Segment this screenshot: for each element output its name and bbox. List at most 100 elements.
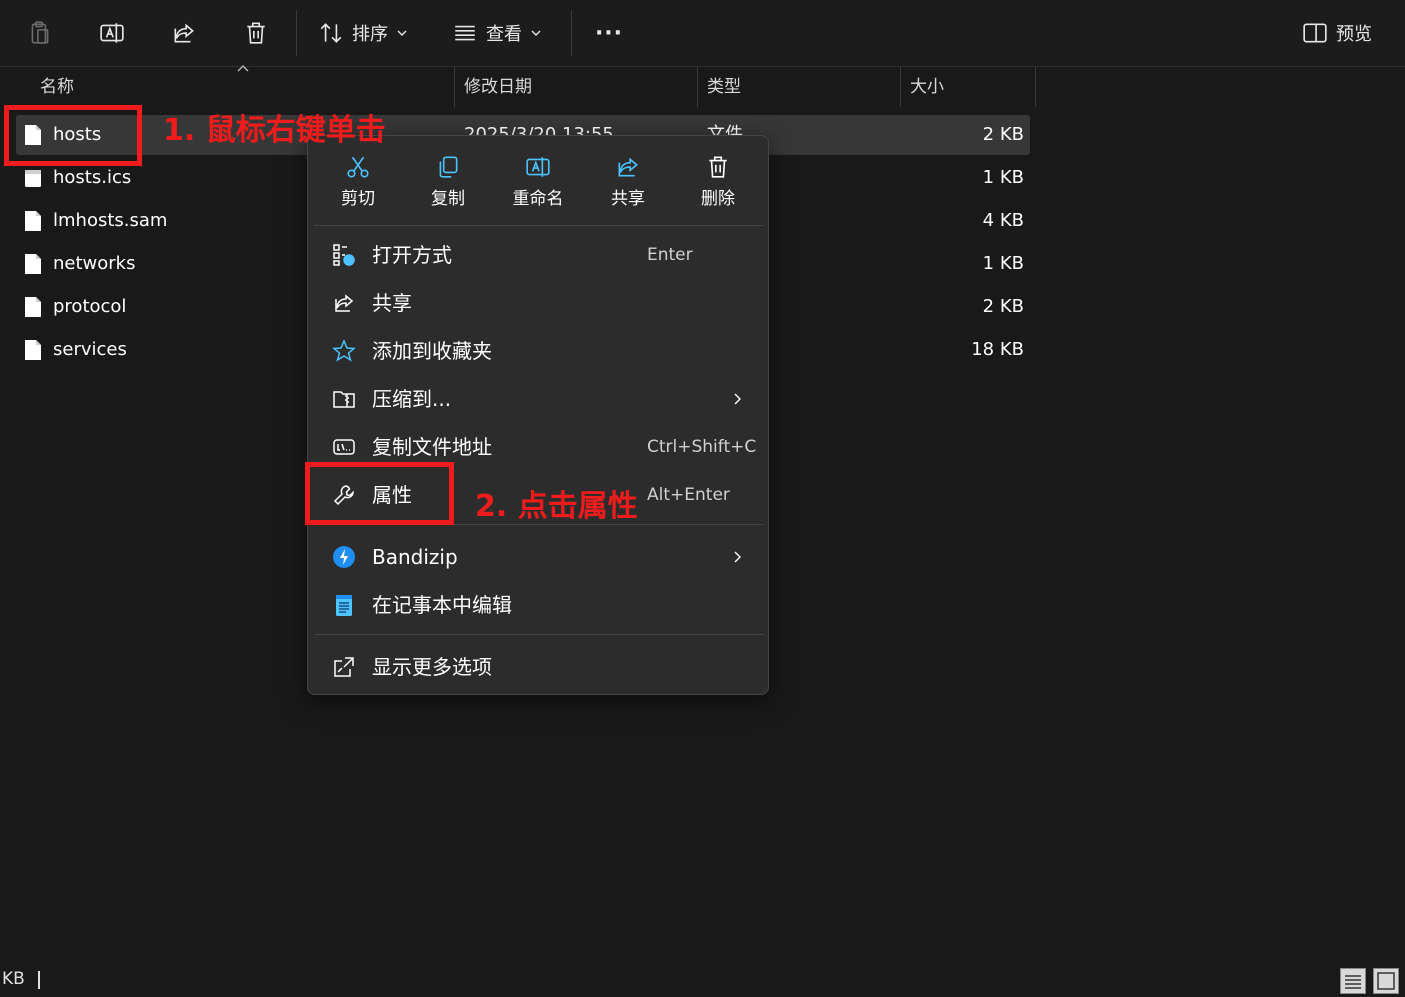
- preview-label: 预览: [1336, 24, 1372, 45]
- share-menu-button[interactable]: 共享: [584, 146, 672, 226]
- rename-menu-button[interactable]: 重命名: [494, 146, 582, 226]
- status-bar: KB: [0, 965, 1405, 994]
- scissors-icon: [347, 156, 369, 178]
- delete-button[interactable]: [240, 14, 272, 52]
- preview-pane-icon: [1303, 23, 1327, 43]
- paste-icon: [31, 21, 49, 44]
- menu-item-share[interactable]: 共享: [316, 280, 762, 326]
- more-options-icon: [334, 657, 354, 677]
- file-name: networks: [53, 253, 136, 274]
- view-button[interactable]: 查看: [452, 14, 542, 52]
- column-divider[interactable]: [1035, 67, 1036, 107]
- open-with-icon: [333, 244, 355, 266]
- list-view-icon: [455, 25, 475, 41]
- menu-item-add-favorite[interactable]: 添加到收藏夹: [316, 328, 762, 374]
- file-icon: [25, 340, 41, 360]
- copy-label: 复制: [431, 189, 465, 209]
- share-icon: [618, 157, 638, 177]
- menu-item-more-options[interactable]: 显示更多选项: [316, 644, 762, 690]
- highlight-box-properties: [305, 462, 454, 525]
- sort-label: 排序: [352, 24, 388, 45]
- toolbar-divider: [296, 10, 297, 56]
- file-name: lmhosts.sam: [53, 210, 168, 231]
- delete-label: 删除: [701, 189, 735, 209]
- tiles-view-icon: [1377, 972, 1395, 990]
- annotation-step1: 1. 鼠标右键单击: [163, 113, 386, 148]
- rename-icon: [526, 157, 550, 177]
- bandizip-label: Bandizip: [372, 545, 458, 569]
- menu-item-bandizip[interactable]: Bandizip: [316, 534, 762, 580]
- add-favorite-label: 添加到收藏夹: [372, 339, 492, 363]
- sort-icon: [320, 23, 342, 43]
- file-icon: [25, 297, 41, 317]
- context-menu: 剪切 复制 重命名 共享 删除 打开方式 Enter 共享 添加到收藏夹 压缩到…: [307, 135, 769, 695]
- share-button[interactable]: [168, 14, 200, 52]
- rename-label: 重命名: [512, 189, 564, 209]
- chevron-down-icon: [397, 30, 407, 36]
- file-size: 2 KB: [982, 296, 1024, 317]
- toolbar-divider: [571, 10, 572, 56]
- status-divider: [38, 971, 40, 989]
- share-icon: [335, 294, 354, 312]
- paste-button[interactable]: [24, 14, 56, 52]
- file-size: 4 KB: [982, 210, 1024, 231]
- trash-icon: [247, 22, 265, 44]
- cut-label: 剪切: [341, 189, 375, 209]
- copy-button[interactable]: 复制: [404, 146, 492, 226]
- sort-button[interactable]: 排序: [318, 14, 408, 52]
- open-with-shortcut: Enter: [647, 245, 693, 265]
- file-icon: [25, 211, 41, 231]
- copy-path-shortcut: Ctrl+Shift+C: [647, 437, 757, 457]
- annotation-step2: 2. 点击属性: [475, 489, 638, 524]
- chevron-down-icon: [531, 30, 541, 36]
- bandizip-icon: [333, 546, 355, 568]
- compress-label: 压缩到...: [372, 387, 452, 411]
- preview-pane-button[interactable]: 预览: [1302, 14, 1372, 52]
- copy-path-icon: [333, 439, 355, 455]
- rename-icon: [100, 23, 124, 43]
- rename-button[interactable]: [96, 14, 128, 52]
- view-label: 查看: [486, 24, 522, 45]
- share-label: 共享: [611, 189, 645, 209]
- file-icon: [25, 254, 41, 274]
- column-name[interactable]: 名称: [30, 67, 454, 107]
- command-bar: 排序 查看 ··· 预览: [0, 0, 1405, 67]
- details-view-icon: [1345, 975, 1361, 989]
- menu-separator: [314, 634, 764, 635]
- chevron-right-icon: [734, 551, 741, 563]
- share-menu-label: 共享: [372, 291, 412, 315]
- column-type[interactable]: 类型: [697, 67, 900, 107]
- file-size: 18 KB: [971, 339, 1024, 360]
- cut-button[interactable]: 剪切: [314, 146, 402, 226]
- properties-shortcut: Alt+Enter: [647, 485, 730, 505]
- calendar-file-icon: [25, 170, 41, 187]
- share-icon: [174, 23, 194, 43]
- menu-item-compress[interactable]: 压缩到...: [316, 376, 762, 422]
- file-size: 1 KB: [982, 167, 1024, 188]
- tiles-view-button[interactable]: [1373, 968, 1399, 994]
- more-button[interactable]: ···: [594, 14, 624, 52]
- highlight-box-hosts: [4, 105, 142, 166]
- zip-folder-icon: [333, 391, 355, 408]
- notepad-icon: [336, 595, 352, 616]
- edit-notepad-label: 在记事本中编辑: [372, 593, 512, 617]
- details-view-button[interactable]: [1340, 968, 1366, 994]
- menu-item-open-with[interactable]: 打开方式 Enter: [316, 232, 762, 278]
- copy-icon: [439, 156, 458, 178]
- more-options-label: 显示更多选项: [372, 655, 492, 679]
- delete-menu-button[interactable]: 删除: [674, 146, 762, 226]
- file-name: services: [53, 339, 127, 360]
- trash-icon: [709, 156, 727, 178]
- file-name: protocol: [53, 296, 127, 317]
- menu-separator: [314, 225, 764, 226]
- star-icon: [332, 339, 356, 362]
- file-size: 1 KB: [982, 253, 1024, 274]
- column-date[interactable]: 修改日期: [454, 67, 697, 107]
- open-with-label: 打开方式: [372, 243, 452, 267]
- column-size[interactable]: 大小: [900, 67, 1035, 107]
- status-text: KB: [2, 969, 25, 989]
- file-size: 2 KB: [982, 124, 1024, 145]
- menu-item-edit-notepad[interactable]: 在记事本中编辑: [316, 582, 762, 628]
- chevron-right-icon: [734, 393, 741, 405]
- column-header: 名称 修改日期 类型 大小: [0, 67, 1040, 107]
